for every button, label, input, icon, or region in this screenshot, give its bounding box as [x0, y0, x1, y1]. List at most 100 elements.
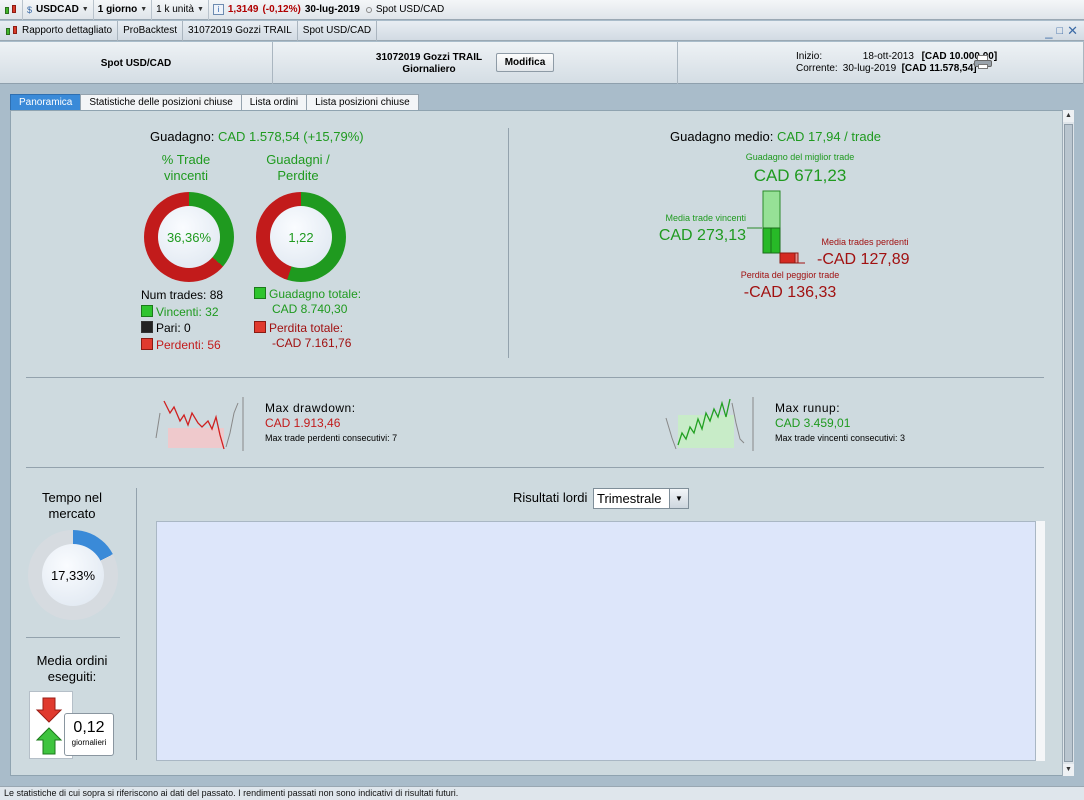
total-loss-value: -CAD 7.161,76 [272, 336, 352, 350]
current-date: 30-lug-2019 [842, 63, 897, 74]
runup-title: Max runup: [775, 401, 841, 415]
winners-swatch [141, 304, 153, 317]
market-time-title-line1: Tempo nel [42, 490, 102, 505]
window-tab-label: Rapporto dettagliato [22, 25, 113, 36]
report-tabs: Panoramica Statistiche delle posizioni c… [10, 94, 419, 110]
printer-icon[interactable] [974, 55, 992, 69]
scroll-up-icon[interactable]: ▲ [1063, 110, 1074, 122]
gain-loss-donut: 1,22 [256, 192, 346, 282]
worst-trade-value: -CAD 136,33 [743, 284, 837, 301]
maximize-icon[interactable]: □ [1056, 25, 1063, 37]
tab-orders-list[interactable]: Lista ordini [240, 94, 308, 110]
win-pct-value: 36,36% [158, 206, 220, 268]
best-trade-label: Guadagno del miglior trade [745, 152, 855, 162]
period-select-value: Trimestrale [597, 491, 662, 506]
even-swatch [141, 321, 153, 333]
last-price: 1,3149 [227, 4, 259, 15]
window-tab-strategy[interactable]: 31072019 Gozzi TRAIL [183, 20, 298, 41]
gross-results-label: Risultati lordi [513, 490, 588, 505]
avg-loss-label: Media trades perdenti [821, 237, 909, 247]
gain-loss-title: Guadagni / Perdite [252, 152, 344, 184]
start-row: Inizio: 18-ott-2013 [CAD 10.000,00] [796, 51, 997, 62]
symbol-selector[interactable]: $ USDCAD ▼ [23, 0, 94, 20]
instrument-cell: Spot USD/CAD [0, 42, 273, 84]
units-label: 1 k unità [156, 4, 194, 15]
runup-sub: Max trade vincenti consecutivi: 3 [775, 433, 906, 443]
total-gain-title: Guadagno: CAD 1.578,54 (+15,79%) [150, 129, 364, 144]
win-pct-title-line1: % Trade [161, 152, 211, 167]
avg-win-value: CAD 273,13 [658, 227, 746, 244]
orders-value-box: 0,12 giornalieri [64, 713, 114, 756]
window-controls: _ □ ✕ [1045, 21, 1078, 41]
drawdown-sparkline [155, 397, 244, 451]
tab-closed-positions-stats[interactable]: Statistiche delle posizioni chiuse [80, 94, 242, 110]
avg-win-label: Media trade vincenti [665, 213, 746, 223]
scroll-thumb[interactable] [1064, 124, 1073, 762]
current-row: Corrente: 30-lug-2019 [CAD 11.578,54] [796, 63, 977, 74]
gain-label: Guadagno: [150, 129, 215, 144]
total-gain-value: CAD 8.740,30 [272, 302, 348, 316]
vertical-scrollbar[interactable]: ▲ ▼ [1062, 110, 1074, 776]
total-gain-swatch [254, 287, 266, 299]
market-time-title: Tempo nel mercato [20, 490, 124, 522]
avg-loss-value: -CAD 127,89 [817, 251, 910, 268]
units-selector[interactable]: 1 k unità ▼ [152, 0, 209, 20]
chevron-down-icon: ▼ [81, 6, 89, 13]
window-tab-probacktest[interactable]: ProBacktest [118, 20, 183, 41]
strategy-period: Giornaliero [402, 64, 456, 75]
num-trades: Num trades: 88 [141, 288, 224, 302]
candlestick-icon [5, 25, 19, 37]
candlestick-icon [4, 4, 18, 16]
drawdown-sub: Max trade perdenti consecutivi: 7 [265, 433, 398, 443]
runup-value: CAD 3.459,01 [775, 416, 851, 430]
gross-results-chart [156, 521, 1036, 761]
section-divider [26, 637, 120, 638]
minimize-icon[interactable]: _ [1045, 24, 1052, 39]
best-trade-value: CAD 671,23 [753, 166, 847, 185]
start-date: 18-ott-2013 [862, 51, 914, 62]
current-capital: [CAD 11.578,54] [901, 63, 977, 74]
window-tab-bar: Rapporto dettagliato ProBacktest 3107201… [0, 20, 1084, 41]
winners-count: Vincenti: 32 [156, 304, 219, 319]
period-select[interactable]: Trimestrale ▼ [593, 488, 689, 509]
window-tab-report[interactable]: Rapporto dettagliato [0, 20, 119, 41]
section-divider [26, 377, 1044, 378]
orders-unit: giornalieri [71, 738, 107, 747]
modify-button[interactable]: Modifica [496, 53, 554, 72]
totals: Guadagno totale: CAD 8.740,30 Perdita to… [254, 287, 361, 351]
market-time-value: 17,33% [42, 544, 104, 606]
drawdown-value: CAD 1.913,46 [265, 416, 341, 430]
window-tab-spot[interactable]: Spot USD/CAD [298, 20, 378, 41]
win-pct-title-line2: vincenti [163, 168, 209, 183]
avg-loss-bar [779, 252, 796, 264]
timeframe-selector[interactable]: 1 giorno ▼ [94, 0, 153, 20]
scroll-down-icon[interactable]: ▼ [1063, 764, 1074, 776]
window-tab-label: 31072019 Gozzi TRAIL [188, 25, 292, 36]
price-change: (-0,12%) [262, 4, 301, 15]
chevron-down-icon[interactable]: ▼ [669, 489, 688, 508]
chart-type-button[interactable] [0, 0, 23, 20]
total-loss-label: Perdita totale: [269, 321, 344, 335]
info-icon[interactable]: i [212, 4, 224, 15]
timeframe-label: 1 giorno [97, 4, 138, 15]
orders-value: 0,12 [73, 719, 105, 736]
worst-trade-label: Perdita del peggior trade [740, 270, 840, 280]
status-dot-icon [365, 6, 372, 13]
market-time-title-line2: mercato [48, 506, 96, 521]
close-icon[interactable]: ✕ [1067, 23, 1078, 39]
main-toolbar: $ USDCAD ▼ 1 giorno ▼ 1 k unità ▼ i 1,31… [0, 0, 1084, 20]
tab-overview[interactable]: Panoramica [10, 94, 82, 110]
total-loss-swatch [254, 321, 266, 333]
losers-swatch [141, 337, 153, 350]
average-gain-value: CAD 17,94 / trade [776, 129, 882, 144]
section-divider [26, 467, 1044, 468]
strategy-cell: 31072019 Gozzi TRAIL Giornaliero Modific… [273, 42, 678, 84]
section-divider [136, 488, 137, 760]
orders-title: Media ordini eseguiti: [20, 653, 124, 685]
average-trades-bars [747, 190, 805, 264]
orders-title-line2: eseguiti: [47, 669, 97, 684]
trade-counts: Num trades: 88 Vincenti: 32 Pari: 0 Perd… [141, 287, 223, 353]
tab-closed-positions-list[interactable]: Lista posizioni chiuse [306, 94, 419, 110]
losers-count: Perdenti: 56 [156, 337, 221, 352]
drawdown-block: Max drawdown: CAD 1.913,46 Max trade per… [265, 401, 397, 446]
